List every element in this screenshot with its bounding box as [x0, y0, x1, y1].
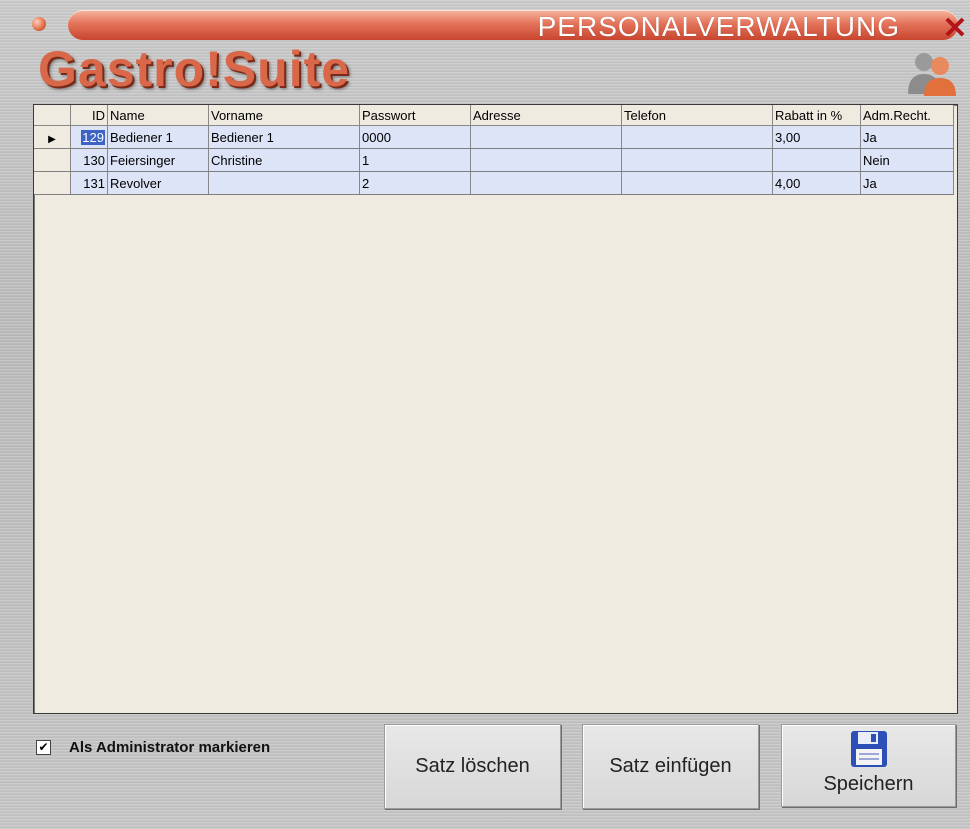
- cell-adm-recht[interactable]: Nein: [860, 148, 954, 172]
- row-selector[interactable]: [34, 148, 71, 172]
- insert-record-label: Satz einfügen: [609, 755, 732, 777]
- table-row[interactable]: 131 Revolver 2 4,00 Ja: [34, 171, 954, 195]
- table-row[interactable]: ▶ 129 Bediener 1 Bediener 1 0000 3,00 Ja: [34, 125, 954, 149]
- cell-rabatt[interactable]: [772, 148, 861, 172]
- delete-record-button[interactable]: Satz löschen: [384, 724, 561, 809]
- column-header-passwort[interactable]: Passwort: [359, 105, 471, 126]
- cell-vorname[interactable]: Christine: [208, 148, 360, 172]
- column-header-rabatt[interactable]: Rabatt in %: [772, 105, 861, 126]
- table-row[interactable]: 130 Feiersinger Christine 1 Nein: [34, 148, 954, 172]
- personnel-grid[interactable]: ID Name Vorname Passwort Adresse Telefon…: [33, 104, 958, 714]
- admin-checkbox-area[interactable]: ✔ Als Administrator markieren: [36, 739, 270, 756]
- admin-checkbox[interactable]: ✔: [36, 740, 51, 755]
- cell-passwort[interactable]: 0000: [359, 125, 471, 149]
- cell-name[interactable]: Revolver: [107, 171, 209, 195]
- admin-checkbox-label[interactable]: Als Administrator markieren: [69, 739, 270, 756]
- cell-adresse[interactable]: [470, 125, 622, 149]
- row-selector[interactable]: ▶: [34, 125, 71, 149]
- floppy-disk-icon: [850, 731, 887, 767]
- row-selector-header: [34, 105, 71, 126]
- delete-record-label: Satz löschen: [415, 755, 530, 777]
- cell-telefon[interactable]: [621, 125, 773, 149]
- cell-id[interactable]: 131: [70, 171, 108, 195]
- cell-adm-recht[interactable]: Ja: [860, 125, 954, 149]
- column-header-telefon[interactable]: Telefon: [621, 105, 773, 126]
- personnel-table: ID Name Vorname Passwort Adresse Telefon…: [34, 105, 954, 195]
- title-bar-dot: [32, 17, 46, 31]
- cell-name[interactable]: Bediener 1: [107, 125, 209, 149]
- cell-vorname[interactable]: Bediener 1: [208, 125, 360, 149]
- close-icon[interactable]: ✕: [942, 14, 968, 44]
- cell-telefon[interactable]: [621, 171, 773, 195]
- cell-telefon[interactable]: [621, 148, 773, 172]
- cell-adm-recht[interactable]: Ja: [860, 171, 954, 195]
- cell-id[interactable]: 130: [70, 148, 108, 172]
- column-header-adresse[interactable]: Adresse: [470, 105, 622, 126]
- cell-name[interactable]: Feiersinger: [107, 148, 209, 172]
- column-header-id[interactable]: ID: [70, 105, 108, 126]
- users-icon: [908, 53, 956, 96]
- column-header-name[interactable]: Name: [107, 105, 209, 126]
- cell-id[interactable]: 129: [70, 125, 108, 149]
- table-header-row: ID Name Vorname Passwort Adresse Telefon…: [34, 105, 954, 126]
- cell-passwort[interactable]: 1: [359, 148, 471, 172]
- column-header-adm-recht[interactable]: Adm.Recht.: [860, 105, 954, 126]
- app-logo: Gastro!Suite: [38, 41, 351, 97]
- cell-vorname[interactable]: [208, 171, 360, 195]
- column-header-vorname[interactable]: Vorname: [208, 105, 360, 126]
- save-button[interactable]: Speichern: [781, 724, 956, 807]
- save-label: Speichern: [823, 773, 914, 795]
- cell-passwort[interactable]: 2: [359, 171, 471, 195]
- cell-rabatt[interactable]: 3,00: [772, 125, 861, 149]
- current-row-arrow-icon: ▶: [48, 133, 56, 145]
- row-selector[interactable]: [34, 171, 71, 195]
- cell-rabatt[interactable]: 4,00: [772, 171, 861, 195]
- cell-adresse[interactable]: [470, 171, 622, 195]
- insert-record-button[interactable]: Satz einfügen: [582, 724, 759, 809]
- cell-adresse[interactable]: [470, 148, 622, 172]
- cell-id-value: 129: [81, 129, 105, 145]
- window-title: PERSONALVERWALTUNG: [537, 11, 900, 42]
